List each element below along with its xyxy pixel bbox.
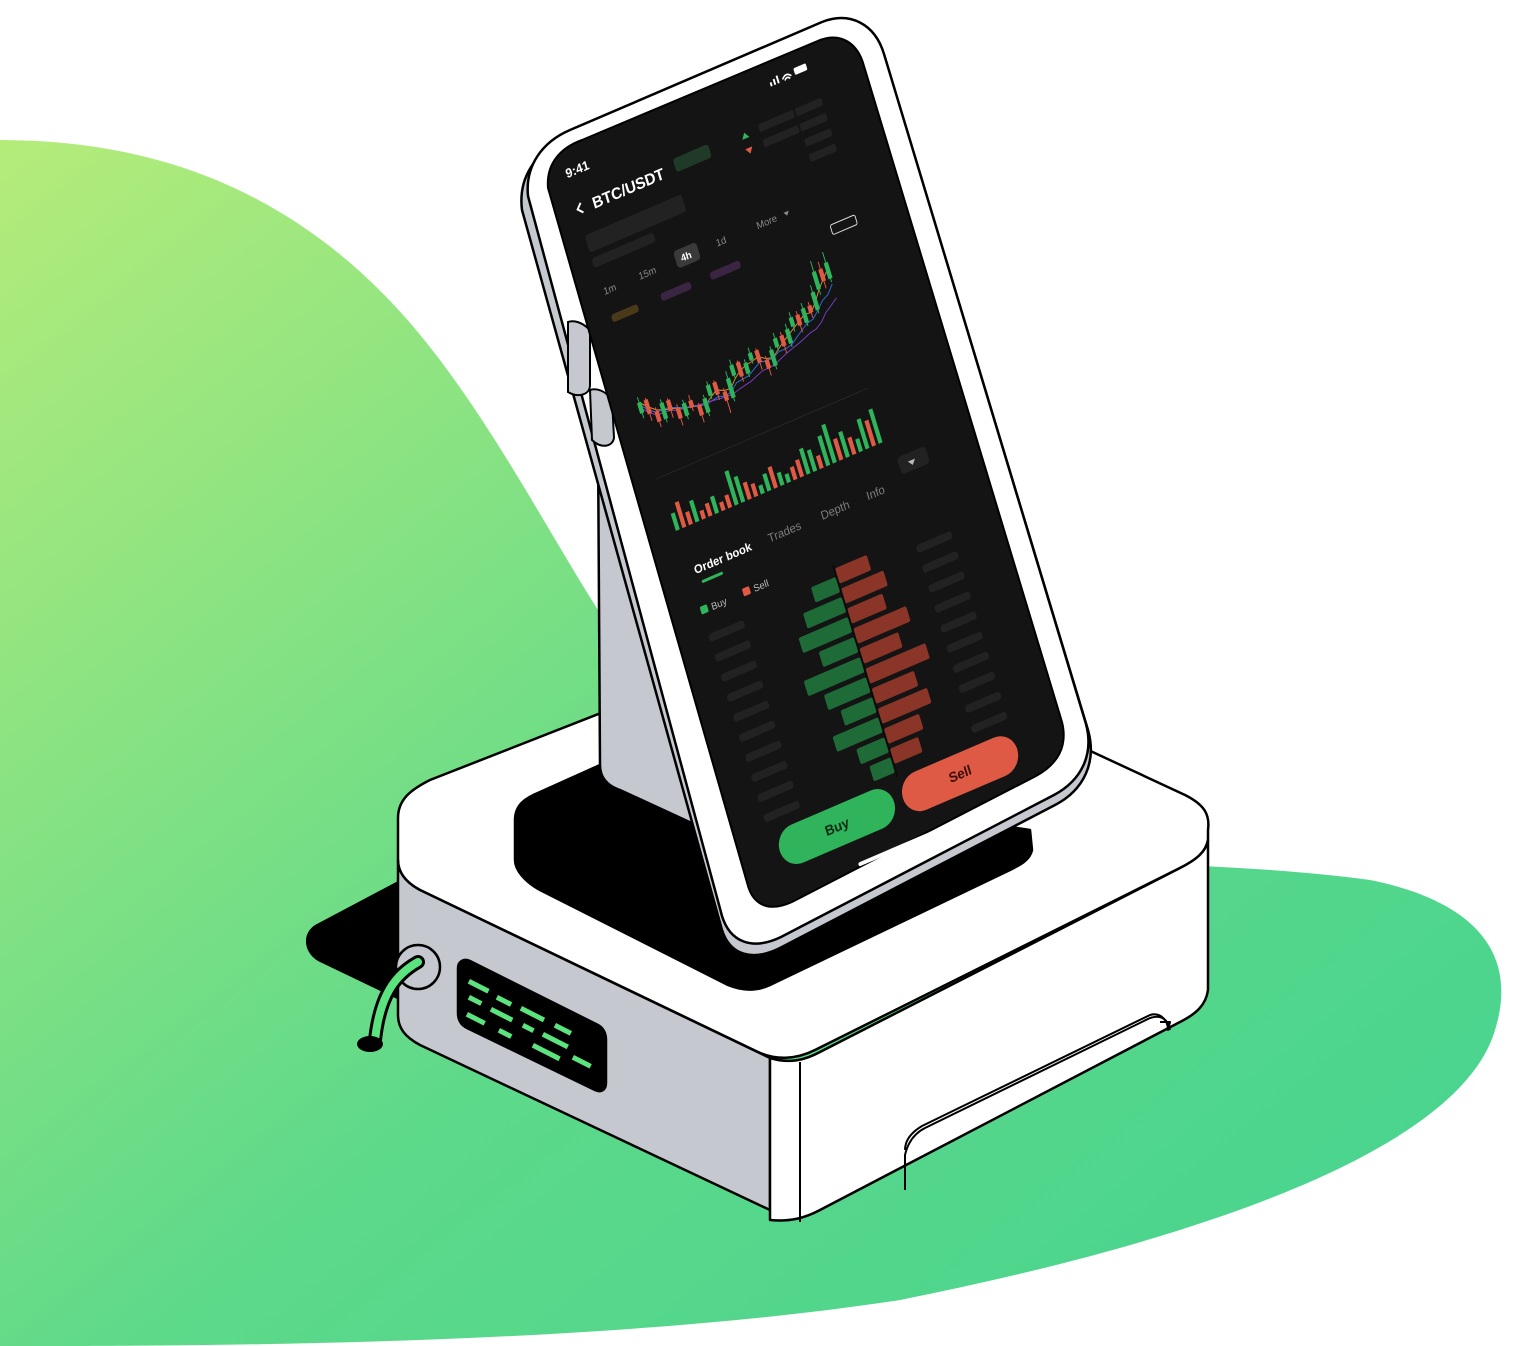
illustration-canvas: 9:41 BTC/USDT 1m15m4h1dMore Order bookTr… (0, 16, 1502, 1346)
phone-volume-button (567, 320, 591, 397)
cable-end (357, 1036, 383, 1052)
